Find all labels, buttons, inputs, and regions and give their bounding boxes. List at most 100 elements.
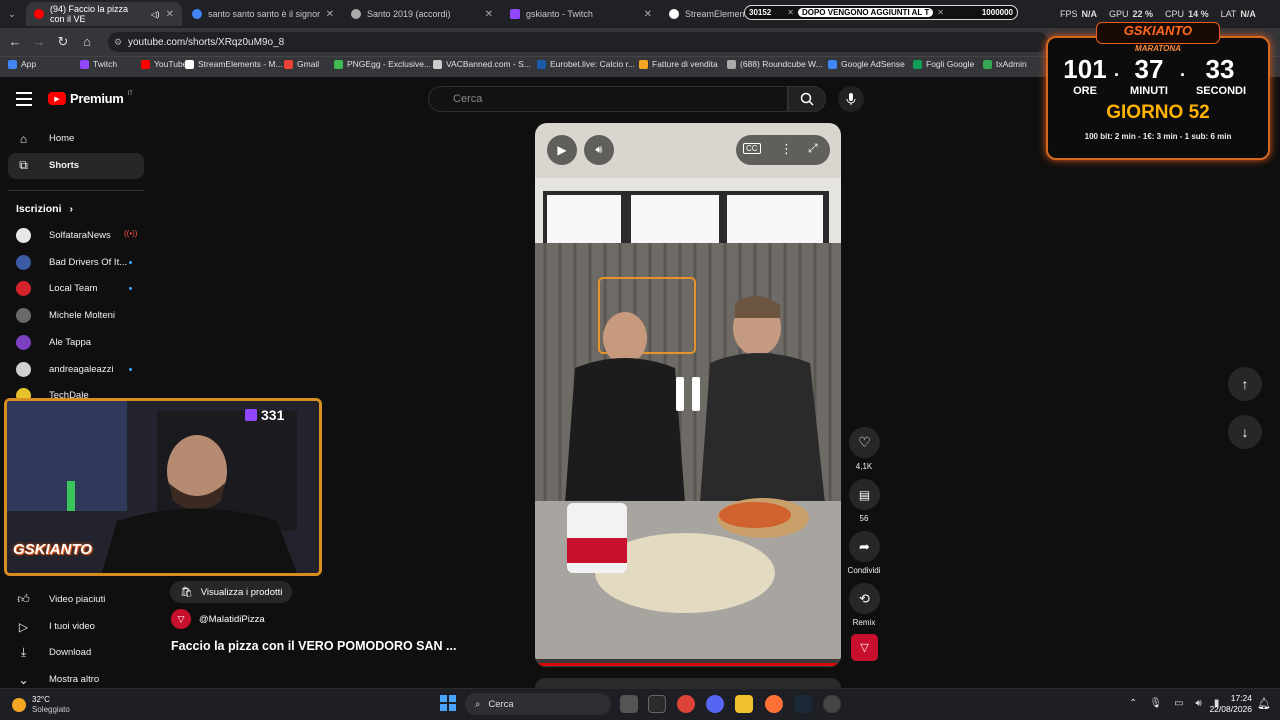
subscriptions-header[interactable]: Iscrizioni › [16,203,73,215]
reload-icon[interactable]: ↻ [55,34,71,50]
more-options-icon[interactable]: ⋮ [780,141,793,157]
close-tab-icon[interactable]: ✕ [485,9,493,20]
arrow-down-icon: ↓ [1241,424,1249,440]
bookmark-item[interactable]: (688) Roundcube W... [727,59,823,69]
menu-hamburger-icon[interactable] [16,92,32,106]
bookmark-favicon-icon [828,59,837,69]
network-icon[interactable]: ▭ [1174,698,1183,709]
volume-icon[interactable]: 🔊︎ [1196,698,1202,709]
firefox-icon[interactable] [765,695,783,713]
bookmark-item[interactable]: StreamElements - M... [185,59,283,69]
timer-separator: . [1114,60,1120,80]
site-info-icon[interactable]: ⚙ [114,37,122,48]
chevron-up-icon[interactable]: ⌃ [1129,698,1137,709]
short-title[interactable]: Faccio la pizza con il VERO POMODORO SAN… [171,639,456,653]
chevron-down-icon: ⌄ [8,8,16,19]
tab-google-search[interactable]: santo santo santo è il signore il ✕ [184,2,342,26]
remix-icon: ⟲ [859,590,870,606]
close-tab-icon[interactable]: ✕ [166,9,174,20]
file-explorer-icon[interactable] [735,695,753,713]
windows-start-icon[interactable] [440,695,456,711]
subscription-item[interactable]: Michele Molteni [16,308,115,324]
search-icon [800,92,814,106]
obs-icon[interactable] [823,695,841,713]
home-icon: ⌂ [19,131,28,146]
short-video-player[interactable]: ▶ 🔊︎ CC ⋮ ⤢ [535,123,841,667]
new-content-dot [129,287,132,291]
clock[interactable]: 17:24 22/08/2026 [1204,693,1252,715]
close-tab-icon[interactable]: ✕ [644,9,652,20]
like-button[interactable]: ♡ [849,427,880,458]
chrome-icon[interactable] [677,695,695,713]
streamelements-favicon-icon [669,9,679,19]
share-button[interactable]: ➦ [849,531,880,562]
task-view-icon[interactable] [620,695,638,713]
home-icon[interactable]: ⌂ [79,34,95,49]
download-icon: ⤓ [20,645,27,659]
fullscreen-icon[interactable]: ⤢ [808,141,818,156]
bookmark-item[interactable]: Google AdSense [828,59,905,69]
back-arrow-icon[interactable]: ← [7,34,23,49]
windows-taskbar [0,688,1280,720]
voice-search-button[interactable] [838,86,864,112]
nav-show-more[interactable]: ⌄ Mostra altro [16,672,99,687]
bookmark-item[interactable]: Fogli Google [913,59,974,69]
url-field[interactable]: ⚙ youtube.com/shorts/XRqz0uM9o_8 [108,32,1048,52]
bookmark-item[interactable]: Twitch [80,59,117,69]
subscription-item[interactable]: SolfataraNews [16,228,111,243]
tab-twitch[interactable]: gskianto - Twitch ✕ [502,2,660,26]
tab-list-button[interactable]: ⌄ [0,2,26,26]
notifications-icon[interactable]: 🔔︎ [1257,697,1271,710]
stream-goal-bar: 30152 ✕ DOPO VENGONO AGGIUNTI AL T ✕ 100… [744,5,1018,20]
bookmark-item[interactable]: PNGEgg - Exclusive... [334,59,431,69]
subscription-item[interactable]: Ale Tappa [16,334,91,350]
view-products-button[interactable]: 🛍︎ Visualizza i prodotti [170,581,293,603]
channel-thumbnail[interactable]: ▽ [851,634,878,661]
close-tab-icon[interactable]: ✕ [326,9,334,20]
tab-youtube[interactable]: (94) Faccio la pizza con il VE ◁) ✕ [26,2,182,26]
bookmark-favicon-icon [639,59,648,69]
closed-captions-icon[interactable]: CC [743,143,761,154]
subscription-item[interactable]: Local Team [16,281,97,297]
bookmark-item[interactable]: Fatture di vendita [639,59,718,69]
twitch-favicon-icon [510,9,520,19]
bookmark-item[interactable]: VACBanned.com - S... [433,59,531,69]
bookmark-item[interactable]: App [8,59,36,69]
remix-button[interactable]: ⟲ [849,583,880,614]
search-input[interactable]: Cerca [428,86,788,112]
volume-button[interactable]: 🔊︎ [584,135,614,165]
play-button[interactable]: ▶ [547,135,577,165]
bookmark-favicon-icon [141,59,150,69]
bookmark-item[interactable]: YouTube [141,59,187,69]
nav-home[interactable]: ⌂ Home [16,131,74,146]
store-icon[interactable] [648,695,666,713]
bookmark-item[interactable]: Gmail [284,59,319,69]
nav-shorts[interactable]: ⧉ Shorts [16,158,79,173]
steam-icon[interactable] [794,695,812,713]
weather-widget[interactable]: 32°C Soleggiato [12,695,70,715]
forward-arrow-icon[interactable]: → [31,34,47,49]
channel-avatar [16,228,31,243]
bookmark-item[interactable]: txAdmin [983,59,1027,69]
taskbar-search[interactable]: ⌕ Cerca [465,693,611,715]
subscription-item[interactable]: Bad Drivers Of It... [16,254,127,270]
comments-button[interactable]: ▤ [849,479,880,510]
youtube-favicon-icon [34,9,44,19]
overlay-subtitle: MARATONA [1135,44,1181,53]
subscription-item[interactable]: andreagaleazzi [16,361,113,377]
previous-short-button[interactable]: ↑ [1228,367,1262,401]
nav-liked-videos[interactable]: 👍︎ Video piaciuti [16,592,105,607]
channel-link[interactable]: ▽ @MalatidiPizza [171,609,265,629]
youtube-premium-logo[interactable]: ▶ Premium IT [48,91,133,106]
tab-streamelements[interactable]: StreamElements [661,2,752,26]
discord-icon[interactable] [706,695,724,713]
search-button[interactable] [788,86,826,112]
nav-your-videos[interactable]: ▷ I tuoi video [16,619,95,634]
tab-santo-chords[interactable]: Santo 2019 (accordi) ✕ [343,2,501,26]
next-short-button[interactable]: ↓ [1228,415,1262,449]
bookmark-favicon-icon [284,59,293,69]
microphone-icon[interactable]: 🎙︎ [1149,698,1162,709]
nav-download[interactable]: ⤓ Download [16,645,91,660]
bookmark-item[interactable]: Eurobet.live: Calcio r... [537,59,635,69]
comment-count: 56 [859,514,869,523]
